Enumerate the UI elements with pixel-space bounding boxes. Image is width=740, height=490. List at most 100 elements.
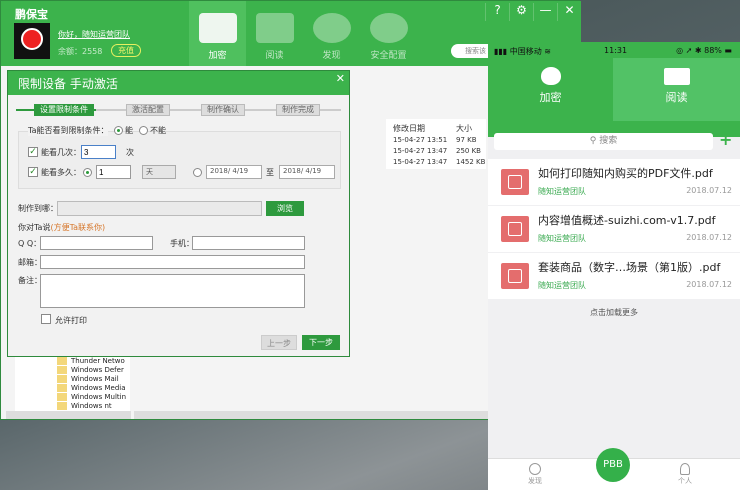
nav-security[interactable]: 安全配置 [360,1,417,66]
column-header-modified[interactable]: 修改日期 [393,123,425,134]
list-item[interactable]: 如何打印随知内购买的PDF文件.pdf 随知运营团队 2018.07.12 [488,159,740,205]
qq-input[interactable] [40,236,153,250]
person-icon [680,463,690,475]
tab-profile[interactable]: 个人 [678,463,692,486]
settings-button[interactable]: ⚙ [509,3,533,21]
times-input[interactable] [81,145,116,159]
app-title: 鹏保宝 [15,8,48,21]
bottom-tab-bar: 发现 PBB 个人 [488,448,740,490]
tab-label: 加密 [539,91,562,104]
load-more-link[interactable]: 点击加载更多 [488,307,740,318]
document-icon [501,216,529,242]
tree-item[interactable]: Windows Mail [57,375,119,384]
dialog-header: 限制设备 手动激活 ✕ [8,71,349,95]
note-label: 备注： [18,276,42,285]
item-author: 随知运营团队 [538,281,586,290]
times-checkbox[interactable]: ✓ [28,147,38,157]
item-author: 随知运营团队 [538,187,586,196]
dialog-close-button[interactable]: ✕ [336,72,345,85]
list-item[interactable]: 套装商品（数字…场景（第1版）.pdf 随知运营团队 2018.07.12 [488,253,740,299]
dialog-title: 限制设备 手动激活 [18,77,118,91]
folder-icon [198,13,237,43]
nav-discover[interactable]: 发现 [303,1,360,66]
tab-label: 个人 [678,477,692,485]
mobile-search-input[interactable]: ⚲ 搜索 [494,133,713,150]
duration-input[interactable] [96,165,131,179]
file-list: 修改日期 大小 15-04-27 13:51 97 KB 15-04-27 13… [386,119,486,169]
nav-label: 阅读 [265,51,284,61]
column-header-size[interactable]: 大小 [456,123,472,134]
file-date: 15-04-27 13:47 [393,158,448,166]
tab-discover[interactable]: 发现 [528,463,542,486]
date-range-radio[interactable] [193,168,202,177]
tab-read[interactable]: 阅读 [613,58,740,121]
nav-encrypt[interactable]: 加密 [189,1,246,66]
phone-input[interactable] [192,236,305,250]
open-book-icon [663,68,690,85]
date-to-select[interactable]: 2018/ 4/19 [279,165,335,179]
add-button[interactable]: + [719,130,732,149]
tree-item[interactable]: Windows Multin [57,393,126,402]
battery: ◎ ➚ ✱ 88% ▬ [676,46,732,55]
prev-step-button[interactable]: 上一步 [261,335,297,350]
to-label: 至 [266,168,274,177]
folder-tree: Thunder Netwo Windows Defer Windows Mail… [15,357,130,411]
yes-label: 能 [125,126,133,135]
list-item[interactable]: 内容增值概述-suizhi.com-v1.7.pdf 随知运营团队 2018.07.… [488,206,740,252]
times-unit: 次 [126,148,134,157]
step-1: 设置限制条件 [34,104,94,116]
can-see-no-radio[interactable] [139,126,148,135]
restrict-device-dialog: 限制设备 手动激活 ✕ 设置限制条件 激活配置 制作确认 制作完成 Ta能否看到… [7,70,350,357]
avatar[interactable] [14,23,50,59]
user-greeting-link[interactable]: 你好，随知运营团队 [58,29,130,40]
carrier-name: 中国移动 [509,47,542,56]
duration-checkbox[interactable]: ✓ [28,167,38,177]
heart-lock-icon [540,67,561,85]
tree-item[interactable]: Thunder Netwo [57,357,125,366]
help-button[interactable]: ? [485,3,509,21]
pbb-center-button[interactable]: PBB [596,448,630,482]
item-date: 2018.07.12 [686,280,732,289]
duration-unit-select[interactable]: 天 [142,165,176,179]
duration-radio[interactable] [83,168,92,177]
tree-item[interactable]: Windows Defer [57,366,124,375]
qq-label: Q Q： [18,239,42,248]
horizontal-scrollbar[interactable] [6,411,131,419]
note-textarea[interactable] [40,274,305,308]
output-path-input[interactable] [57,201,262,216]
tree-item[interactable]: Windows nt [57,402,112,411]
next-step-button[interactable]: 下一步 [302,335,340,350]
item-title: 如何打印随知内购买的PDF文件.pdf [538,167,713,180]
recharge-button[interactable]: 充值 [111,44,141,57]
mobile-header: ▮▮▮ 中国移动 ≋ 11:31 ◎ ➚ ✱ 88% ▬ 加密 阅读 [488,42,740,137]
step-3: 制作确认 [201,104,245,116]
email-input[interactable] [40,255,305,269]
no-label: 不能 [150,126,166,135]
nav-read[interactable]: 阅读 [246,1,303,66]
file-size: 1452 KB [456,158,486,166]
tab-label: 发现 [528,477,542,485]
allow-print-checkbox[interactable] [41,314,51,324]
date-from-select[interactable]: 2018/ 4/19 [206,165,262,179]
book-play-icon [255,13,294,43]
tab-encrypt[interactable]: 加密 [488,58,613,121]
file-date: 15-04-27 13:51 [393,136,448,144]
nav-label: 加密 [208,51,227,61]
tree-item[interactable]: Windows Media [57,384,126,393]
tab-label: 阅读 [665,91,688,104]
file-date: 15-04-27 13:47 [393,147,448,155]
can-see-yes-radio[interactable] [114,126,123,135]
say-label: 你对Ta说(方便Ta联系你) [18,222,105,233]
balance: 余额：2558 [58,47,103,56]
nav-label: 安全配置 [370,51,407,61]
item-date: 2018.07.12 [686,186,732,195]
document-icon [501,169,529,195]
close-button[interactable]: ✕ [557,3,581,21]
minimize-button[interactable]: — [533,3,557,21]
step-4: 制作完成 [276,104,320,116]
file-size: 250 KB [456,147,481,155]
browse-button[interactable]: 浏览 [266,201,304,216]
gear-icon [369,13,408,43]
times-label: 能看几次： [41,148,81,157]
duration-label: 能看多久： [41,168,81,177]
